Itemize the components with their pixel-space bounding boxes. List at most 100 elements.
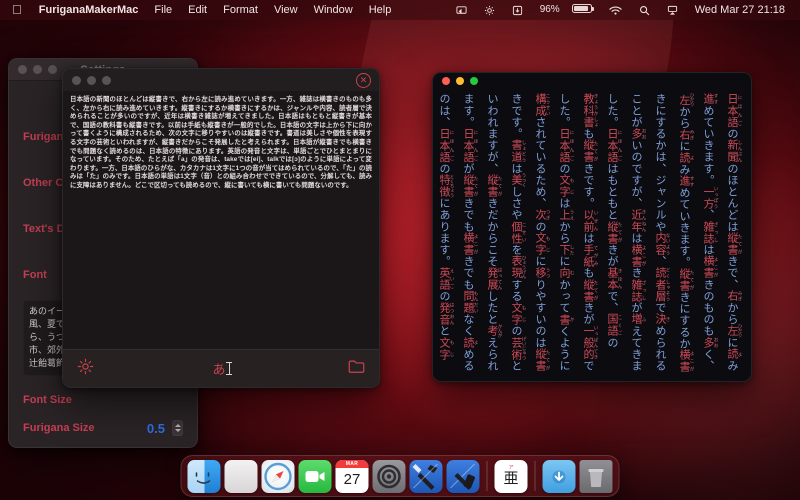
kana-run: きが bbox=[582, 301, 594, 326]
screen-mirroring-icon[interactable] bbox=[448, 5, 475, 16]
dock-item-calendar[interactable]: MAR 27 bbox=[335, 459, 369, 493]
kana-run: きでも bbox=[462, 255, 474, 291]
dialog-traffic-lights[interactable] bbox=[72, 75, 111, 85]
furigana-reading: とくちょう bbox=[450, 174, 455, 198]
furigana-reading: よ bbox=[738, 348, 743, 360]
ruby-group: 教科書 きょうかしょ bbox=[582, 93, 599, 128]
xcode-hammer-icon bbox=[412, 463, 438, 490]
close-icon[interactable]: ✕ bbox=[356, 73, 371, 88]
furigana-reading: き bbox=[666, 313, 671, 326]
safari-compass-icon bbox=[264, 462, 292, 490]
dock-item-furiganamakermac[interactable]: ア 亜 bbox=[494, 459, 528, 493]
kana-run: りやすいのは bbox=[534, 278, 546, 349]
gear-icon[interactable] bbox=[77, 358, 94, 380]
furigana-reading: たてが bbox=[498, 174, 503, 198]
dialog-maximize-dot[interactable] bbox=[102, 75, 111, 85]
menu-item-view[interactable]: View bbox=[266, 0, 306, 20]
dialog-close-dot[interactable] bbox=[72, 75, 81, 85]
settings-row-font-size[interactable]: Font Size bbox=[9, 386, 197, 414]
furigana-reading: ひょうげん bbox=[522, 255, 527, 279]
furigana-reading: たてが bbox=[546, 348, 551, 372]
menu-app-name[interactable]: FuriganaMakerMac bbox=[31, 0, 147, 20]
dialog-minimize-dot[interactable] bbox=[87, 75, 96, 85]
dialog-toolbar: あ bbox=[63, 349, 379, 387]
text-window-close-button[interactable] bbox=[442, 77, 450, 85]
ruby-group: 横書 よこが bbox=[678, 349, 695, 373]
menu-item-file[interactable]: File bbox=[146, 0, 180, 20]
dock-item-facetime[interactable] bbox=[298, 459, 332, 493]
screenshot-icon[interactable] bbox=[504, 5, 531, 16]
kana-run: めていきます。 bbox=[678, 186, 690, 269]
kana-run: にあります。 bbox=[438, 197, 450, 268]
dock-item-xcode-beta[interactable] bbox=[446, 459, 480, 493]
dock-item-safari[interactable] bbox=[261, 459, 295, 493]
dock-item-trash[interactable] bbox=[579, 459, 613, 493]
folder-icon[interactable] bbox=[348, 359, 365, 379]
ruby-group: 右みぎ bbox=[678, 128, 695, 141]
settings-row-furigana-size[interactable]: Furigana Size 0.5 bbox=[9, 414, 197, 442]
settings-label-font: Font bbox=[23, 269, 47, 281]
text-window-title-bar[interactable] bbox=[433, 73, 751, 89]
ruby-group: 多おお bbox=[702, 336, 719, 349]
airplay-icon[interactable] bbox=[659, 5, 686, 16]
furigana-reading: つぎ bbox=[546, 209, 551, 221]
kana-run: はもともと bbox=[606, 162, 618, 221]
ruby-group: 多おお bbox=[630, 127, 647, 140]
furigana-reading: にほんご bbox=[738, 93, 743, 128]
ruby-group: 日本語 にほんご bbox=[462, 127, 479, 163]
ruby-group: 縦書 たてが bbox=[582, 139, 599, 163]
menu-item-help[interactable]: Help bbox=[361, 0, 400, 20]
furigana-reading: たてが bbox=[618, 220, 623, 244]
settings-row-line-spacing[interactable]: Line Spacing 1.5 bbox=[9, 442, 197, 447]
dialog-title-bar[interactable]: ✕ bbox=[63, 69, 379, 91]
search-icon[interactable] bbox=[631, 5, 658, 16]
furigana-reading: こうせい bbox=[546, 93, 551, 117]
dock-item-system-settings[interactable] bbox=[372, 459, 406, 493]
menu-item-window[interactable]: Window bbox=[306, 0, 361, 20]
furigana-reading: いっぽう bbox=[714, 185, 719, 210]
furigana-reading: たてが bbox=[738, 232, 743, 256]
furigana-reading: しんぶん bbox=[738, 139, 743, 163]
dialog-text-area[interactable]: 日本語の新聞のほとんどは縦書きで、右から左に読み進めていきます。一方、雑誌は横書… bbox=[63, 91, 379, 349]
menu-item-format[interactable]: Format bbox=[215, 0, 266, 20]
furigana-size-stepper[interactable] bbox=[172, 420, 183, 436]
kana-run: の bbox=[558, 162, 570, 175]
text-window-traffic-lights[interactable] bbox=[442, 77, 478, 85]
control-center-icon[interactable] bbox=[476, 5, 503, 16]
input-caret-field[interactable]: あ bbox=[94, 359, 348, 378]
wifi-icon[interactable] bbox=[601, 5, 630, 16]
dialog-body-text: 日本語の新聞のほとんどは縦書きで、右から左に読み進めていきます。一方、雑誌は横書… bbox=[70, 96, 372, 189]
ruby-group: 発展 はってん bbox=[486, 267, 503, 291]
kana-run: が bbox=[462, 162, 474, 175]
ruby-group: 特徴 とくちょう bbox=[438, 174, 455, 198]
dock-item-downloads-folder[interactable] bbox=[542, 459, 576, 493]
text-window-minimize-button[interactable] bbox=[456, 77, 464, 85]
kana-run: きだからこそ bbox=[486, 197, 498, 268]
vertical-text-window[interactable]: 日本語 にほんごの新聞 しんぶんのほとんどは縦書 たてがきで、右 みぎから左 ひだりに読よ… bbox=[432, 72, 752, 382]
dock-item-finder[interactable] bbox=[187, 459, 221, 493]
ruby-group: 文字 もじ bbox=[534, 232, 551, 256]
kana-run: しさや bbox=[510, 185, 522, 221]
kana-run: かって bbox=[558, 278, 570, 314]
menu-bar:  FuriganaMakerMac File Edit Format View… bbox=[0, 0, 800, 20]
ruby-group: 向む bbox=[558, 267, 575, 279]
system-settings-gear-icon bbox=[377, 464, 401, 488]
dock-item-launchpad[interactable] bbox=[224, 459, 258, 493]
furigana-reading: えいご bbox=[450, 267, 455, 291]
kana-run: きのものも bbox=[702, 278, 714, 337]
vertical-japanese-text[interactable]: 日本語 にほんごの新聞 しんぶんのほとんどは縦書 たてがきで、右 みぎから左 ひだりに読よ… bbox=[433, 89, 751, 381]
menu-item-edit[interactable]: Edit bbox=[180, 0, 215, 20]
kana-run: も bbox=[582, 127, 594, 140]
kana-run: は bbox=[558, 197, 570, 210]
menu-bar-clock[interactable]: Wed Mar 27 21:18 bbox=[687, 0, 793, 20]
apple-logo-icon[interactable]:  bbox=[7, 0, 31, 20]
furigana-reading: きんねん bbox=[642, 209, 647, 233]
text-input-dialog[interactable]: ✕ 日本語の新聞のほとんどは縦書きで、右から左に読み進めていきます。一方、雑誌は… bbox=[62, 68, 380, 388]
ruby-group: 増ふ bbox=[630, 313, 647, 326]
ruby-group: 表現 ひょうげん bbox=[510, 255, 527, 279]
kana-run: く、 bbox=[702, 348, 714, 372]
battery-icon[interactable] bbox=[564, 0, 600, 20]
text-window-maximize-button[interactable] bbox=[470, 77, 478, 85]
furigana-reading: む bbox=[570, 267, 575, 279]
dock-item-xcode[interactable] bbox=[409, 459, 443, 493]
